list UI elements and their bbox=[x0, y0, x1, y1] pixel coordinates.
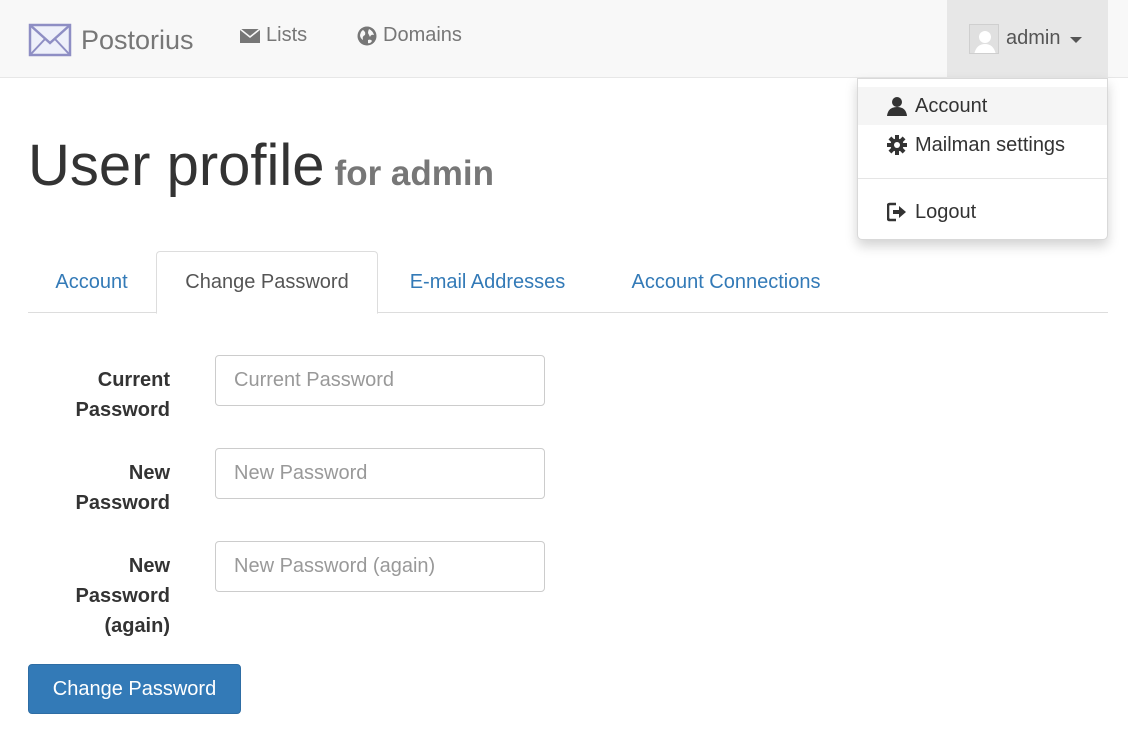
new-password-field[interactable] bbox=[215, 448, 545, 499]
menu-item-mailman-settings[interactable]: Mailman settings bbox=[858, 126, 1107, 164]
nav-lists-link[interactable]: Lists bbox=[240, 24, 307, 47]
user-icon bbox=[887, 97, 907, 116]
menu-item-logout-label: Logout bbox=[915, 200, 977, 223]
tab-account[interactable]: Account bbox=[28, 251, 155, 313]
current-password-label: Current Password bbox=[28, 365, 170, 425]
envelope-icon bbox=[240, 27, 260, 43]
nav-domains-link[interactable]: Domains bbox=[357, 24, 462, 47]
menu-item-account[interactable]: Account bbox=[858, 87, 1107, 125]
page-title-main: User profile bbox=[28, 133, 325, 198]
menu-item-logout[interactable]: Logout bbox=[858, 193, 1107, 231]
brand-name: Postorius bbox=[81, 24, 194, 55]
menu-divider bbox=[858, 178, 1107, 179]
envelope-logo-icon bbox=[28, 23, 72, 57]
user-name: admin bbox=[1006, 27, 1061, 49]
brand-link[interactable]: Postorius bbox=[28, 20, 194, 60]
menu-item-account-label: Account bbox=[915, 94, 988, 117]
label-line: New bbox=[128, 555, 170, 577]
change-password-button[interactable]: Change Password bbox=[28, 664, 241, 714]
nav-domains-label: Domains bbox=[383, 24, 462, 46]
label-line: Password bbox=[75, 585, 170, 607]
logout-icon bbox=[887, 202, 906, 222]
user-menu-toggle[interactable]: admin bbox=[947, 0, 1108, 77]
globe-icon bbox=[357, 26, 377, 45]
label-line: New bbox=[128, 462, 170, 484]
tab-email-addresses[interactable]: E-mail Addresses bbox=[379, 251, 596, 313]
label-line: Password bbox=[75, 399, 170, 421]
navbar: Postorius Lists Domains admin bbox=[0, 0, 1128, 78]
menu-item-settings-label: Mailman settings bbox=[915, 133, 1066, 156]
new-password-label: New Password bbox=[28, 458, 170, 518]
new-password-again-label: New Password (again) bbox=[28, 551, 170, 641]
avatar bbox=[969, 23, 999, 54]
user-dropdown-menu: Account Mailman settings Logout bbox=[857, 78, 1108, 240]
gear-icon bbox=[887, 135, 907, 155]
current-password-field[interactable] bbox=[215, 355, 545, 406]
avatar-placeholder-icon bbox=[970, 24, 998, 53]
tab-account-connections[interactable]: Account Connections bbox=[601, 251, 851, 313]
new-password-again-field[interactable] bbox=[215, 541, 545, 592]
label-line: (again) bbox=[104, 615, 170, 637]
profile-tabs: Account Change Password E-mail Addresses… bbox=[28, 251, 1108, 314]
caret-down-icon bbox=[1070, 37, 1083, 43]
page-title: User profile for admin bbox=[28, 132, 494, 199]
nav-lists-label: Lists bbox=[266, 24, 308, 46]
label-line: Current bbox=[97, 369, 170, 391]
page-title-subtitle: for admin bbox=[334, 154, 494, 193]
tab-change-password[interactable]: Change Password bbox=[156, 251, 378, 314]
label-line: Password bbox=[75, 492, 170, 514]
